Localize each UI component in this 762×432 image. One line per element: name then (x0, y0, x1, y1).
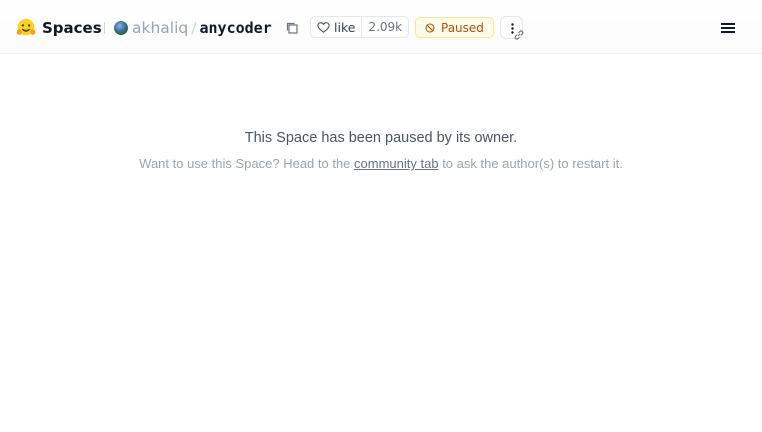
like-count[interactable]: 2.09k (361, 17, 408, 37)
hugging-face-logo-icon (16, 18, 36, 36)
paused-message: This Space has been paused by its owner. (244, 130, 518, 146)
repo-link[interactable]: anycoder (199, 19, 271, 37)
breadcrumb-separator: / (191, 19, 197, 37)
repo-breadcrumb: akhaliq / anycoder (114, 15, 272, 41)
main-content: This Space has been paused by its owner.… (0, 55, 762, 432)
avatar (114, 21, 128, 35)
header-divider (104, 22, 105, 34)
paused-hint-after: to ask the author(s) to restart it. (438, 156, 623, 171)
link-icon (514, 30, 524, 40)
paused-hint-before: Want to use this Space? Head to the (139, 156, 355, 171)
like-widget: like 2.09k (310, 16, 410, 38)
like-button[interactable]: like (311, 17, 361, 37)
copy-icon[interactable] (285, 21, 299, 35)
top-header: Spaces akhaliq / anycoder like 2.09k Pau… (0, 0, 762, 54)
owner-link[interactable]: akhaliq (132, 19, 188, 37)
pause-circle-icon (425, 22, 435, 33)
spaces-home-link[interactable]: Spaces (15, 16, 102, 40)
status-label: Paused (441, 20, 484, 35)
hamburger-menu-icon[interactable] (718, 18, 738, 38)
heart-icon (317, 21, 330, 33)
paused-hint: Want to use this Space? Head to the comm… (0, 156, 762, 171)
status-badge: Paused (415, 17, 494, 38)
community-tab-link[interactable]: community tab (354, 156, 439, 171)
like-label: like (334, 19, 356, 35)
spaces-label: Spaces (42, 19, 102, 37)
